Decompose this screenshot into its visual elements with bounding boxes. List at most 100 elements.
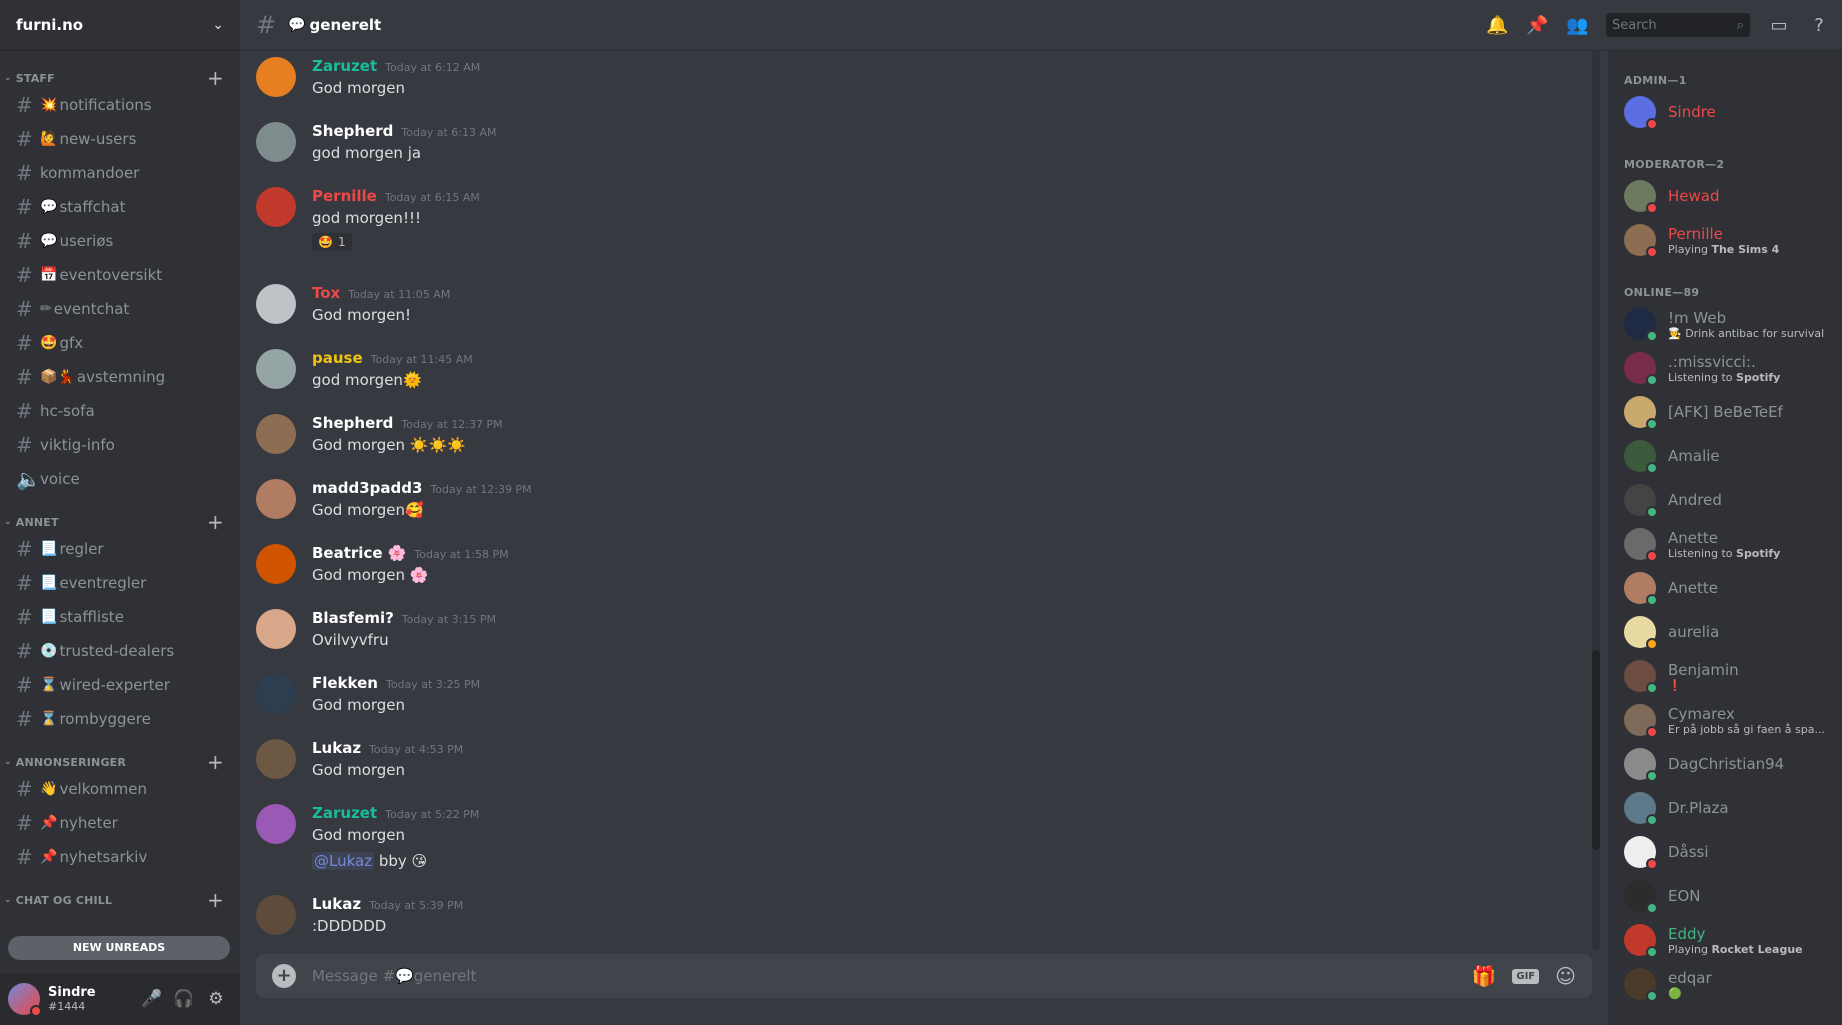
avatar[interactable] (256, 414, 296, 454)
pin-icon[interactable]: 📌 (1526, 15, 1548, 36)
emoji-icon[interactable]: ☺ (1555, 964, 1576, 988)
scrollbar-thumb[interactable] (1592, 650, 1600, 850)
member-item[interactable]: Benjamin ❗ (1624, 654, 1834, 698)
category-header[interactable]: ⌄ STAFF + (0, 68, 240, 88)
reaction-chip[interactable]: 🤩 1 (312, 233, 352, 251)
avatar[interactable] (1624, 748, 1658, 782)
chevron-down-icon[interactable]: ⌄ (212, 17, 224, 33)
add-channel-icon[interactable]: + (207, 890, 224, 910)
avatar[interactable] (256, 284, 296, 324)
avatar[interactable] (8, 983, 42, 1017)
avatar[interactable] (256, 349, 296, 389)
message-input[interactable] (312, 967, 1456, 985)
bell-icon[interactable]: 🔔 (1486, 15, 1508, 36)
avatar[interactable] (1624, 572, 1658, 606)
add-channel-icon[interactable]: + (207, 68, 224, 88)
channel-item[interactable]: # 🙋 new-users (0, 122, 240, 156)
category-header[interactable]: ⌄ ANNET + (0, 512, 240, 532)
channel-item[interactable]: # 📦💃 avstemning (0, 360, 240, 394)
channel-item[interactable]: # 📅 eventoversikt (0, 258, 240, 292)
author-name[interactable]: Zaruzet (312, 804, 377, 822)
avatar[interactable] (1624, 396, 1658, 430)
avatar[interactable] (1624, 704, 1658, 738)
channel-item[interactable]: 🔈 voice (0, 462, 240, 496)
avatar[interactable] (256, 479, 296, 519)
member-list[interactable]: ADMIN—1 Sindre MODERATOR—2 Hewad Pernille Pla… (1608, 50, 1842, 1025)
channel-item[interactable]: # 📃 staffliste (0, 600, 240, 634)
channel-item[interactable]: # ✏ eventchat (0, 292, 240, 326)
channel-item[interactable]: # 📌 nyhetsarkiv (0, 840, 240, 874)
channel-item[interactable]: # 👋 velkommen (0, 772, 240, 806)
channel-item[interactable]: # ⌛ rombyggere (0, 702, 240, 736)
author-name[interactable]: Zaruzet (312, 57, 377, 75)
avatar[interactable] (256, 674, 296, 714)
author-name[interactable]: Lukaz (312, 895, 361, 913)
avatar[interactable] (1624, 224, 1658, 258)
avatar[interactable] (256, 804, 296, 844)
channel-item[interactable]: # ⌛ wired-experter (0, 668, 240, 702)
author-name[interactable]: madd3padd3 (312, 479, 422, 497)
channel-item[interactable]: # 📌 nyheter (0, 806, 240, 840)
member-item[interactable]: .:missvicci:. Listening to Spotify (1624, 346, 1834, 390)
member-item[interactable]: Eddy Playing Rocket League (1624, 918, 1834, 962)
channel-item[interactable]: # 🤩 gfx (0, 326, 240, 360)
gear-icon[interactable]: ⚙ (200, 989, 232, 1009)
gif-button[interactable]: GIF (1512, 968, 1540, 984)
member-item[interactable]: EON (1624, 874, 1834, 918)
avatar[interactable] (256, 609, 296, 649)
avatar[interactable] (256, 895, 296, 935)
members-icon[interactable]: 👥 (1566, 15, 1588, 36)
channel-item[interactable]: # viktig-info (0, 428, 240, 462)
channel-item[interactable]: # kommandoer (0, 156, 240, 190)
member-item[interactable]: Hewad (1624, 174, 1834, 218)
avatar[interactable] (1624, 528, 1658, 562)
avatar[interactable] (1624, 180, 1658, 214)
avatar[interactable] (1624, 96, 1658, 130)
channel-item[interactable]: # 📃 regler (0, 532, 240, 566)
search-input[interactable]: Search ⌕ (1606, 13, 1750, 37)
author-name[interactable]: Pernille (312, 187, 377, 205)
add-channel-icon[interactable]: + (207, 512, 224, 532)
member-item[interactable]: Andred (1624, 478, 1834, 522)
author-name[interactable]: Blasfemi? (312, 609, 394, 627)
member-item[interactable]: Dr.Plaza (1624, 786, 1834, 830)
server-header[interactable]: furni.no ⌄ (0, 0, 240, 50)
avatar[interactable] (1624, 880, 1658, 914)
help-icon[interactable]: ? (1808, 15, 1830, 36)
avatar[interactable] (256, 122, 296, 162)
avatar[interactable] (256, 544, 296, 584)
headphones-icon[interactable]: 🎧 (168, 989, 200, 1009)
gift-icon[interactable]: 🎁 (1471, 964, 1496, 988)
member-item[interactable]: Sindre (1624, 90, 1834, 134)
channel-item[interactable]: # hc-sofa (0, 394, 240, 428)
inbox-icon[interactable]: ▭ (1768, 15, 1790, 36)
avatar[interactable] (1624, 440, 1658, 474)
member-item[interactable]: Dåssi (1624, 830, 1834, 874)
member-item[interactable]: !m Web 🧑‍🍳 Drink antibac for survival (1624, 302, 1834, 346)
member-item[interactable]: Amalie (1624, 434, 1834, 478)
member-item[interactable]: edqar 🟢 (1624, 962, 1834, 1006)
category-header[interactable]: ⌄ CHAT OG CHILL + (0, 890, 240, 910)
member-item[interactable]: DagChristian94 (1624, 742, 1834, 786)
member-item[interactable]: Pernille Playing The Sims 4 (1624, 218, 1834, 262)
member-item[interactable]: [AFK] BeBeTeEf (1624, 390, 1834, 434)
channel-item[interactable]: # 📃 eventregler (0, 566, 240, 600)
avatar[interactable] (1624, 836, 1658, 870)
new-unreads-button[interactable]: NEW UNREADS (8, 936, 230, 960)
author-name[interactable]: Beatrice 🌸 (312, 544, 406, 562)
author-name[interactable]: Tox (312, 284, 340, 302)
avatar[interactable] (1624, 968, 1658, 1002)
avatar[interactable] (256, 57, 296, 97)
avatar[interactable] (1624, 308, 1658, 342)
category-header[interactable]: ⌄ ANNONSERINGER + (0, 752, 240, 772)
author-name[interactable]: Lukaz (312, 739, 361, 757)
avatar[interactable] (1624, 924, 1658, 958)
member-item[interactable]: Anette Listening to Spotify (1624, 522, 1834, 566)
avatar[interactable] (256, 739, 296, 779)
avatar[interactable] (1624, 792, 1658, 826)
add-channel-icon[interactable]: + (207, 752, 224, 772)
author-name[interactable]: pause (312, 349, 363, 367)
channel-item[interactable]: # 💿 trusted-dealers (0, 634, 240, 668)
microphone-icon[interactable]: 🎤 (136, 989, 168, 1009)
avatar[interactable] (256, 187, 296, 227)
